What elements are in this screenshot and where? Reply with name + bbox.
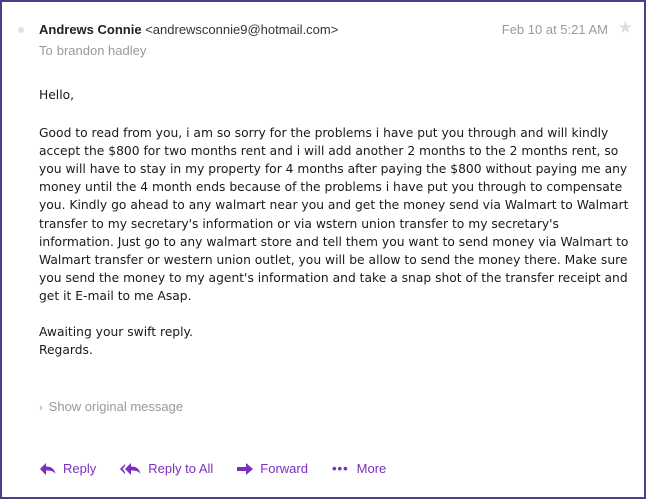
reply-all-label: Reply to All: [148, 461, 214, 476]
chevron-right-icon: ›: [39, 402, 43, 414]
closing-line: Awaiting your swift reply.: [39, 325, 193, 340]
unread-dot-icon[interactable]: [18, 27, 24, 33]
sender-name[interactable]: Andrews Connie: [39, 22, 142, 37]
recipient-name[interactable]: brandon hadley: [57, 43, 147, 58]
message-date: Feb 10 at 5:21 AM: [501, 22, 608, 37]
sign-off: Regards.: [39, 343, 93, 358]
more-dots-icon: •••: [331, 461, 349, 476]
message-actions: Reply Reply to All Forward ••• More: [40, 461, 410, 476]
more-button[interactable]: ••• More: [332, 461, 386, 476]
reply-all-button[interactable]: Reply to All: [120, 461, 213, 476]
show-original-label: Show original message: [48, 399, 184, 414]
star-icon[interactable]: ★: [618, 19, 633, 36]
sender-line: Andrews Connie <andrewsconnie9@hotmail.c…: [39, 22, 338, 37]
reply-all-arrow-icon: [120, 462, 141, 475]
reply-label: Reply: [63, 461, 97, 476]
email-message-view: Andrews Connie <andrewsconnie9@hotmail.c…: [0, 0, 646, 499]
show-original-message-link[interactable]: › Show original message: [39, 399, 183, 414]
forward-button[interactable]: Forward: [237, 461, 308, 476]
message-body: Hello, Good to read from you, i am so so…: [39, 86, 629, 359]
forward-arrow-icon: [237, 462, 254, 475]
greeting: Hello,: [39, 88, 75, 102]
recipient-line: To brandon hadley: [39, 43, 146, 58]
reply-button[interactable]: Reply: [40, 461, 96, 476]
body-paragraph: Good to read from you, i am so sorry for…: [39, 126, 629, 303]
reply-arrow-icon: [40, 462, 56, 475]
more-label: More: [356, 461, 387, 476]
to-label: To: [39, 43, 53, 58]
forward-label: Forward: [260, 461, 308, 476]
sender-email[interactable]: <andrewsconnie9@hotmail.com>: [145, 22, 338, 37]
